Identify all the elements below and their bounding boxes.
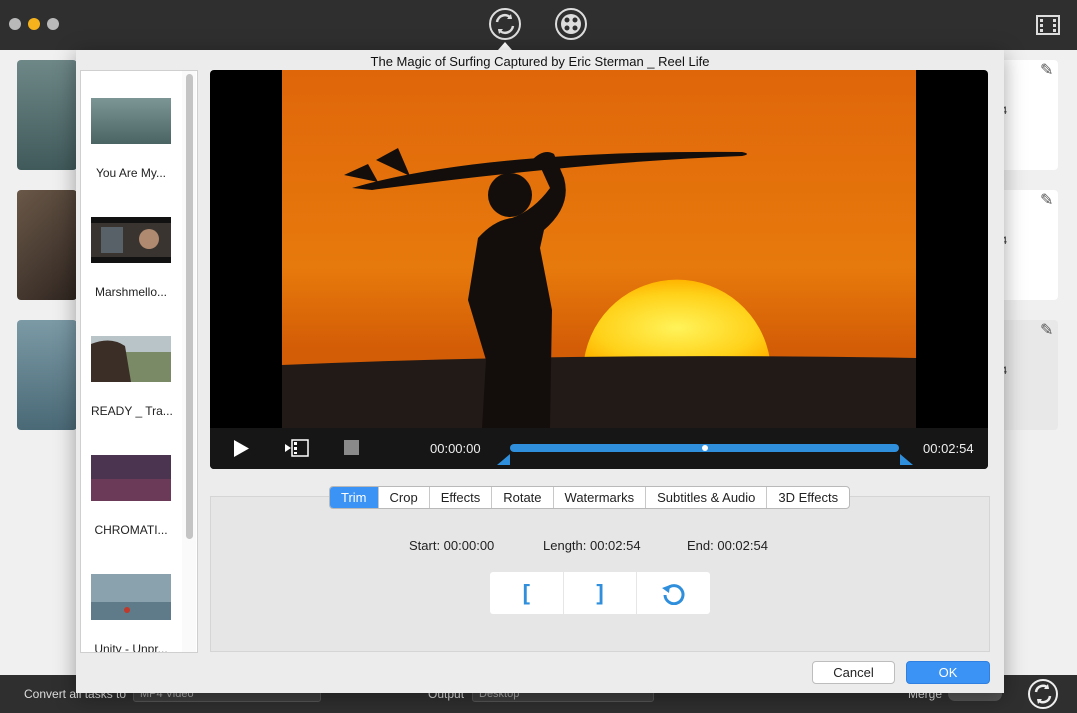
tab-effects[interactable]: Effects [430,487,493,508]
file-list-item-label: Marshmello... [94,285,168,299]
file-list-item[interactable]: READY _ Tra... [91,336,173,418]
reset-icon [661,584,685,605]
file-thumbnail [91,455,171,501]
app-toolbar [0,0,1077,50]
zoom-window-button[interactable] [47,18,59,30]
tab-trim[interactable]: Trim [330,487,379,508]
set-start-button[interactable]: [ [490,572,564,614]
video-frame [282,70,916,428]
cancel-button[interactable]: Cancel [812,661,895,684]
trim-start-text: Start: 00:00:00 [409,538,495,553]
task-thumbnail [17,190,77,300]
edit-pencil-icon[interactable]: ✎ [1040,190,1053,210]
trim-end-text: End: 00:02:54 [687,538,768,553]
timeline-slider[interactable] [510,444,899,452]
scrollbar-thumb[interactable] [186,74,193,539]
edit-pencil-icon[interactable]: ✎ [1040,320,1053,340]
bracket-left-icon: [ [522,580,530,605]
file-list-item-label: CHROMATI... [94,523,168,537]
snapshot-frame-icon[interactable] [285,439,309,457]
player-controls: 00:00:00 00:02:54 [210,428,988,469]
file-list-item[interactable]: You Are My... [91,98,171,180]
tab-crop[interactable]: Crop [379,487,430,508]
set-end-button[interactable]: ] [564,572,638,614]
media-browser-icon[interactable] [1035,12,1063,38]
minimize-window-button[interactable] [28,18,40,30]
total-time: 00:02:54 [923,441,974,456]
close-window-button[interactable] [9,18,21,30]
stop-icon[interactable] [344,440,359,455]
tab-rotate[interactable]: Rotate [492,487,554,508]
convert-all-icon[interactable] [1028,679,1058,709]
file-list-item-label: READY _ Tra... [91,404,173,418]
play-icon[interactable] [233,440,249,457]
file-list-item[interactable]: Unity - Unpr... [91,574,171,653]
edit-dialog: The Magic of Surfing Captured by Eric St… [76,50,1004,693]
file-list-item-label: You Are My... [95,166,167,180]
file-thumbnail [91,336,171,382]
file-list-item-label: Unity - Unpr... [94,642,168,653]
dialog-title: The Magic of Surfing Captured by Eric St… [370,54,710,69]
file-list-item[interactable]: Marshmello... [91,217,171,299]
file-thumbnail [91,217,171,263]
reset-button[interactable] [637,572,710,614]
trim-button-group: [ ] [490,572,710,614]
file-list: You Are My... Marshmello... READY _ Tra.… [80,70,198,653]
task-thumbnail [17,60,77,170]
edit-tabs: Trim Crop Effects Rotate Watermarks Subtitles… [329,486,851,509]
tab-watermarks[interactable]: Watermarks [554,487,647,508]
tab-subtitles-audio[interactable]: Subtitles & Audio [646,487,768,508]
file-thumbnail [91,574,171,620]
task-thumbnail [17,320,77,430]
bracket-right-icon: ] [596,580,604,605]
convert-mode-icon[interactable] [489,8,521,40]
current-time: 00:00:00 [430,441,481,456]
trim-length-text: Length: 00:02:54 [543,538,641,553]
file-list-scrollbar[interactable] [182,71,196,652]
file-thumbnail [91,98,171,144]
tab-3d-effects[interactable]: 3D Effects [767,487,849,508]
trim-end-marker[interactable] [900,454,913,465]
ok-button[interactable]: OK [906,661,990,684]
playhead[interactable] [701,445,708,451]
trim-start-marker[interactable] [497,454,510,465]
file-list-item[interactable]: CHROMATI... [91,455,171,537]
active-mode-pointer-icon [498,42,512,50]
edit-pencil-icon[interactable]: ✎ [1040,60,1053,80]
video-player: 00:00:00 00:02:54 [210,70,988,469]
download-mode-icon[interactable] [555,8,587,40]
